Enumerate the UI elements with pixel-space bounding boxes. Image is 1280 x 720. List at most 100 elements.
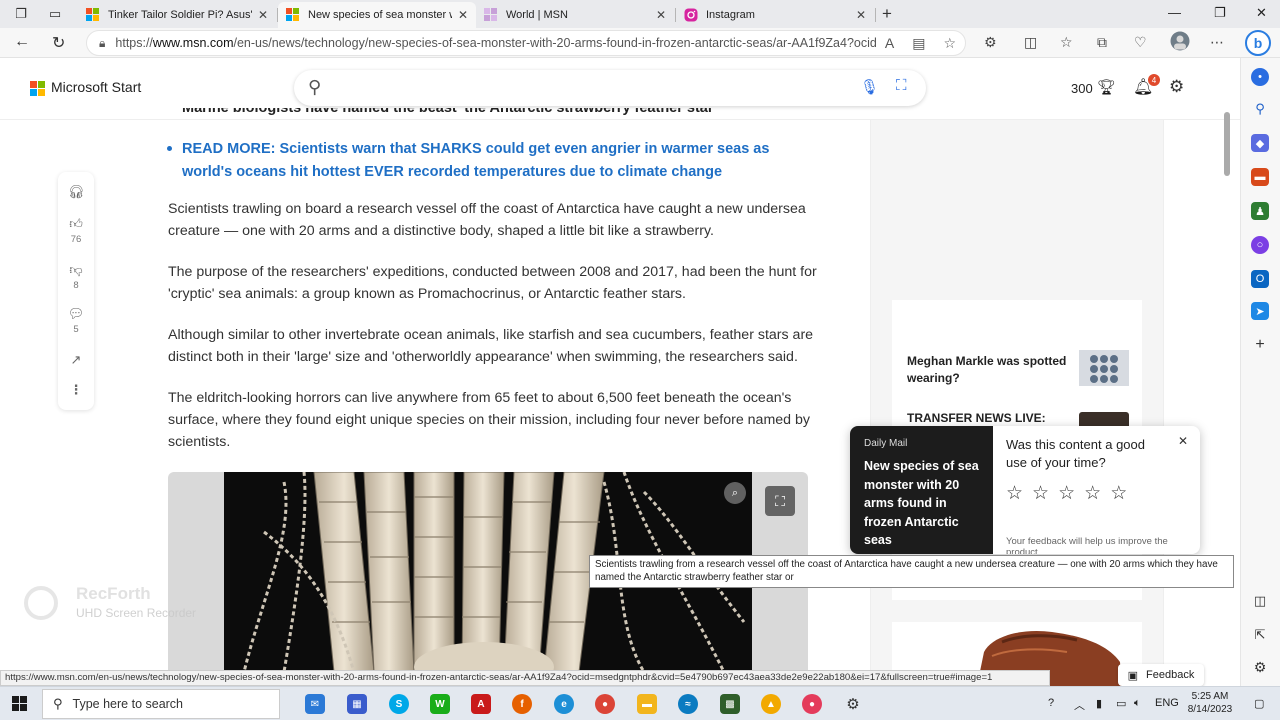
minecraft-icon[interactable]: ▩ <box>720 694 740 714</box>
tab-sea-monster[interactable]: New species of sea monster with ✕ <box>278 2 476 28</box>
close-tab-icon[interactable]: ✕ <box>458 8 468 22</box>
firefox-icon[interactable]: f <box>512 694 532 714</box>
close-tab-icon[interactable]: ✕ <box>656 8 666 22</box>
popup-article-card[interactable]: Daily Mail New species of sea monster wi… <box>850 426 993 554</box>
dislike-icon[interactable]: 👎︎ <box>58 262 94 278</box>
store-icon[interactable]: ▦ <box>347 694 367 714</box>
refresh-icon[interactable]: ↻ <box>52 33 65 53</box>
add-icon[interactable]: + <box>1251 336 1269 354</box>
volume-icon[interactable]: 🔈︎ <box>1134 697 1141 710</box>
share-icon[interactable]: ↗ <box>58 352 94 368</box>
microsoft-365-icon[interactable]: ○ <box>1251 236 1269 254</box>
edge-icon[interactable]: e <box>554 694 574 714</box>
trophy-icon[interactable]: 🏆︎ <box>1097 78 1116 96</box>
listen-headphones-icon[interactable]: 🎧︎ <box>58 184 94 200</box>
microphone-icon[interactable]: 🎙︎ <box>860 78 879 96</box>
minimize-icon[interactable]: — <box>1168 5 1181 20</box>
fullscreen-icon[interactable]: ⛶ <box>765 486 795 516</box>
wechat-icon[interactable]: W <box>430 694 450 714</box>
lock-icon[interactable]: 🔒︎ <box>99 36 105 51</box>
feedback-label: Feedback <box>1146 669 1195 681</box>
help-icon[interactable]: ? <box>1048 697 1054 709</box>
instagram-icon <box>684 8 698 22</box>
network-icon[interactable]: ▮ <box>1096 697 1102 710</box>
browser-essentials-icon[interactable]: ♡ <box>1134 34 1147 51</box>
settings-icon[interactable]: ⚙ <box>1251 658 1269 676</box>
star-icon[interactable]: ☆ <box>1006 484 1023 503</box>
url-field[interactable]: 🔒︎ https://www.msn.com/en-us/news/techno… <box>86 30 966 56</box>
search-icon[interactable]: ⚲ <box>1251 100 1269 118</box>
more-options-icon[interactable]: ⋮ <box>58 382 94 398</box>
drop-icon[interactable]: ➤ <box>1251 302 1269 320</box>
maximize-icon[interactable]: ❐ <box>1214 5 1226 21</box>
skype-icon[interactable]: S <box>389 694 409 714</box>
close-tab-icon[interactable]: ✕ <box>258 8 268 22</box>
visual-search-icon[interactable]: ⌕ <box>724 482 746 504</box>
bing-chat-icon[interactable]: b <box>1245 30 1271 56</box>
wifi-icon[interactable]: ▭ <box>1116 697 1126 710</box>
back-icon[interactable]: ← <box>14 33 30 51</box>
new-tab-button[interactable]: + <box>876 4 898 24</box>
taskbar-search[interactable]: ⚲ Type here to search <box>42 689 280 719</box>
recorder-icon[interactable]: ● <box>802 694 822 714</box>
profile-avatar[interactable] <box>1170 31 1190 54</box>
open-external-icon[interactable]: ⇱ <box>1251 626 1269 644</box>
settings-icon[interactable]: ⚙ <box>843 694 863 714</box>
feedback-popup: Daily Mail New species of sea monster wi… <box>850 426 1200 554</box>
like-icon[interactable]: 👍︎ <box>58 216 94 232</box>
tab-tinker-tailor[interactable]: Tinker Tailor Soldier Pi? Asus's 'N ✕ <box>78 2 276 28</box>
tab-world-msn[interactable]: World | MSN ✕ <box>476 2 674 28</box>
star-icon[interactable]: ☆ <box>1032 484 1049 503</box>
sidebar-toggle-icon[interactable]: ◫ <box>1251 592 1269 610</box>
language-indicator[interactable]: ENG <box>1155 697 1179 709</box>
search-icon: ⚲ <box>53 696 63 711</box>
network-app-icon[interactable]: ≈ <box>678 694 698 714</box>
chrome-icon[interactable]: ● <box>595 694 615 714</box>
news-item[interactable]: Meghan Markle was spotted wearing? <box>907 353 1067 387</box>
star-icon[interactable]: ☆ <box>1110 484 1127 503</box>
read-aloud-icon[interactable]: A <box>885 35 894 51</box>
news-item[interactable]: TRANSFER NEWS LIVE: <box>907 410 1067 427</box>
shopping-icon[interactable]: ◆ <box>1251 134 1269 152</box>
tab-actions-icon[interactable]: ▭ <box>44 4 66 24</box>
read-more-link[interactable]: READ MORE: Scientists warn that SHARKS c… <box>182 138 802 184</box>
tools-icon[interactable]: ▬ <box>1251 168 1269 186</box>
outlook-icon[interactable]: O <box>1251 270 1269 288</box>
tab-instagram[interactable]: Instagram ✕ <box>676 2 874 28</box>
mail-icon[interactable]: ✉ <box>305 694 325 714</box>
file-explorer-icon[interactable]: ▬ <box>637 694 657 714</box>
bell-icon[interactable]: • <box>1251 68 1269 86</box>
scrollbar-thumb[interactable] <box>1224 112 1230 176</box>
close-icon[interactable]: ✕ <box>1178 434 1188 448</box>
more-menu-icon[interactable]: ⋯ <box>1210 34 1224 51</box>
star-icon[interactable]: ☆ <box>1084 484 1101 503</box>
vlc-icon[interactable]: ▲ <box>761 694 781 714</box>
windows-start-icon[interactable] <box>12 696 27 711</box>
news-thumbnail[interactable] <box>1079 350 1129 386</box>
immersive-reader-icon[interactable]: ▤ <box>912 35 925 52</box>
system-clock[interactable]: 5:25 AM 8/14/2023 <box>1183 690 1237 716</box>
close-window-icon[interactable]: ✕ <box>1256 5 1267 21</box>
brand-name[interactable]: Microsoft Start <box>51 79 141 95</box>
split-screen-icon[interactable]: ◫ <box>1024 34 1037 51</box>
acrobat-icon[interactable]: A <box>471 694 491 714</box>
notifications-icon[interactable]: ▢ <box>1254 697 1264 710</box>
visual-search-icon[interactable]: ⛶ <box>896 77 907 94</box>
workspaces-icon[interactable]: ❐ <box>10 4 32 24</box>
chevron-up-icon[interactable]: ︿ <box>1074 697 1085 713</box>
search-input[interactable] <box>340 78 840 98</box>
extensions-icon[interactable]: ⚙ <box>984 34 997 51</box>
search-icon[interactable]: ⚲ <box>308 77 321 98</box>
favorites-icon[interactable]: ☆ <box>1060 34 1073 51</box>
microsoft-logo-icon[interactable] <box>30 81 45 96</box>
feedback-button[interactable]: ▣ Feedback <box>1118 664 1204 686</box>
close-tab-icon[interactable]: ✕ <box>856 8 866 22</box>
collections-icon[interactable]: ⧉ <box>1097 34 1107 51</box>
rewards-points[interactable]: 300 <box>1071 81 1093 96</box>
page-scrollbar[interactable] <box>1222 62 1232 682</box>
games-icon[interactable]: ♟ <box>1251 202 1269 220</box>
gear-icon[interactable]: ⚙ <box>1169 77 1184 97</box>
star-icon[interactable]: ☆ <box>1058 484 1075 503</box>
favorite-star-icon[interactable]: ☆ <box>943 35 956 52</box>
comment-icon[interactable]: 💬︎ <box>58 306 94 322</box>
